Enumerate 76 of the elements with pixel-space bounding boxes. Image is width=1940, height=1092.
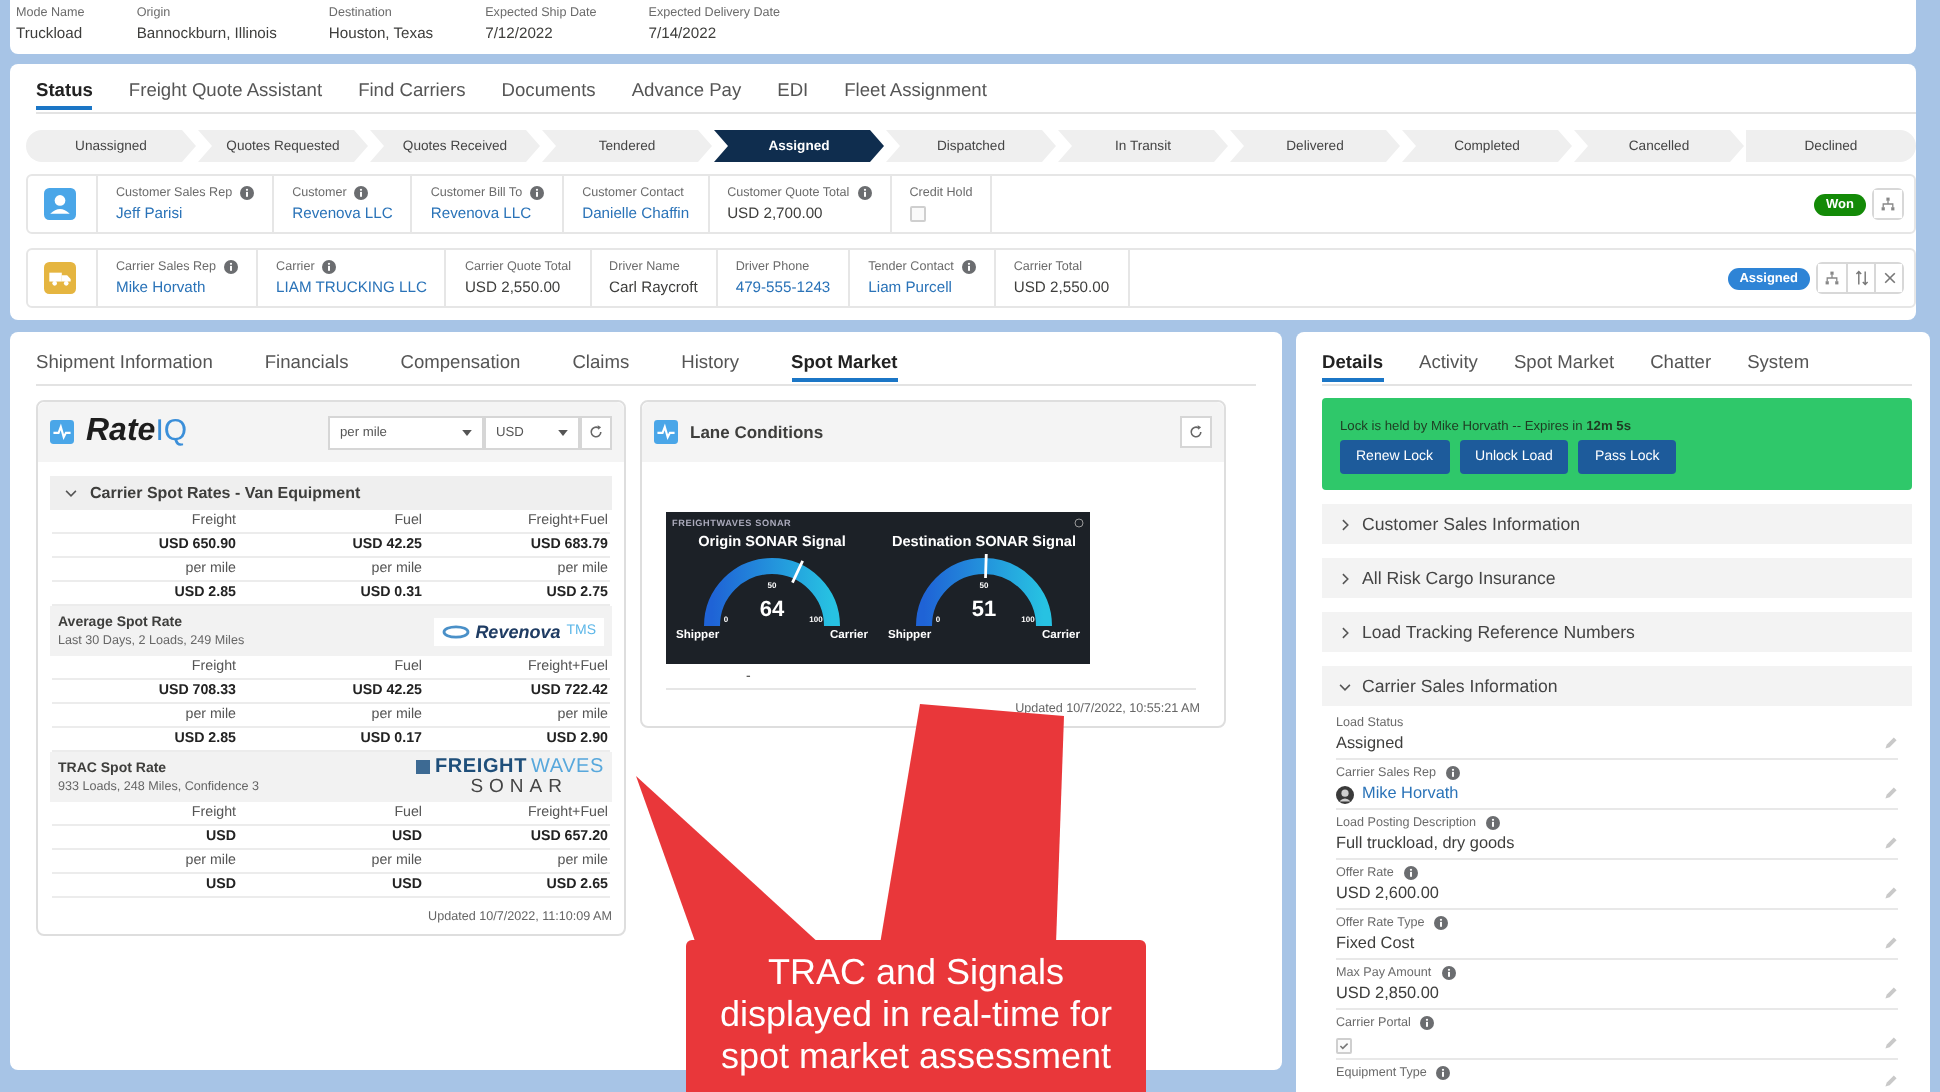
checkbox[interactable] — [1336, 1038, 1352, 1054]
section-title: Customer Sales Information — [1362, 514, 1581, 534]
person-icon — [44, 188, 76, 220]
refresh-button[interactable] — [1180, 416, 1212, 448]
refresh-button[interactable] — [580, 415, 612, 449]
panel-title: Lane Conditions — [690, 422, 824, 442]
refresh-icon — [1188, 424, 1204, 440]
caret-icon — [462, 429, 472, 435]
tab[interactable]: Documents — [501, 80, 596, 110]
pencil-icon[interactable] — [1884, 1074, 1898, 1088]
section-header[interactable]: Load Tracking Reference Numbers — [1322, 612, 1912, 652]
section-title: Carrier Spot Rates - Van Equipment — [90, 484, 361, 502]
section-title: All Risk Cargo Insurance — [1362, 568, 1556, 588]
chevron-icon[interactable] — [64, 486, 78, 500]
section-title: Load Tracking Reference Numbers — [1362, 622, 1635, 642]
tab[interactable]: Spot Market — [1513, 352, 1615, 382]
pulse-icon — [50, 420, 74, 444]
gauge-value: 64 — [759, 598, 785, 622]
tab[interactable]: Find Carriers — [358, 80, 466, 110]
refresh-icon — [588, 424, 604, 440]
section-title: Carrier Sales Information — [1362, 676, 1558, 696]
tab[interactable]: Details — [1322, 352, 1383, 382]
tab[interactable]: Financials — [264, 352, 349, 382]
pencil-icon[interactable] — [1884, 986, 1898, 1000]
tab[interactable]: Claims — [572, 352, 630, 382]
chevron-icon[interactable] — [1338, 571, 1352, 585]
truck-icon — [44, 262, 76, 294]
tab[interactable]: Advance Pay — [631, 80, 742, 110]
chevron-icon[interactable] — [1338, 517, 1352, 531]
section-header[interactable]: Carrier Sales Information — [1322, 666, 1912, 706]
field-link[interactable]: Mike Horvath — [1362, 782, 1459, 806]
field-value: USD 2,850.00 — [1336, 982, 1441, 1006]
field-value: Full truckload, dry goods — [1336, 832, 1517, 856]
tab[interactable]: Activity — [1419, 352, 1478, 382]
pencil-icon[interactable] — [1884, 936, 1898, 950]
close-icon — [1882, 270, 1898, 286]
pencil-icon[interactable] — [1884, 886, 1898, 900]
gauge-needle — [984, 554, 988, 579]
tab[interactable]: Fleet Assignment — [844, 80, 987, 110]
rateiq-logo: RateIQ — [86, 414, 188, 450]
section-header[interactable]: All Risk Cargo Insurance — [1322, 558, 1912, 598]
pencil-icon[interactable] — [1884, 736, 1898, 750]
section-header[interactable]: Customer Sales Information — [1322, 504, 1912, 544]
hierarchy-icon — [1824, 270, 1840, 286]
hierarchy-icon — [1880, 196, 1896, 212]
chevron-icon[interactable] — [1338, 679, 1352, 693]
gauge-needle — [791, 560, 804, 584]
avatar-icon — [1336, 785, 1354, 803]
pencil-icon[interactable] — [1884, 836, 1898, 850]
sort-icon — [1854, 270, 1870, 286]
checkbox[interactable] — [909, 206, 926, 222]
tab[interactable]: Freight Quote Assistant — [128, 80, 323, 110]
info-icon — [1074, 517, 1084, 527]
chevron-icon[interactable] — [1338, 625, 1352, 639]
tab[interactable]: EDI — [777, 80, 809, 110]
tab[interactable]: History — [681, 352, 740, 382]
pulse-icon — [654, 420, 678, 444]
tab[interactable]: Compensation — [400, 352, 521, 382]
tab[interactable]: Chatter — [1650, 352, 1712, 382]
tab[interactable]: Shipment Information — [36, 352, 213, 382]
field-value: Fixed Cost — [1336, 932, 1417, 956]
caret-icon — [558, 429, 568, 435]
sort-button[interactable] — [1846, 264, 1874, 292]
field-value: Assigned — [1336, 732, 1406, 756]
sonar-logo: FREIGHT WAVES SONAR — [416, 757, 604, 797]
tab[interactable]: System — [1747, 352, 1810, 382]
tab[interactable]: Spot Market — [791, 352, 898, 382]
close-button[interactable] — [1874, 264, 1902, 292]
gauge-arc — [704, 558, 840, 627]
tab[interactable]: Status — [36, 80, 93, 110]
pencil-icon[interactable] — [1884, 786, 1898, 800]
gauge-value: 51 — [971, 598, 997, 622]
hierarchy-button[interactable] — [1874, 190, 1902, 218]
pencil-icon[interactable] — [1884, 1036, 1898, 1050]
field-value: USD 2,600.00 — [1336, 882, 1441, 906]
gauge-arc — [916, 558, 1052, 627]
